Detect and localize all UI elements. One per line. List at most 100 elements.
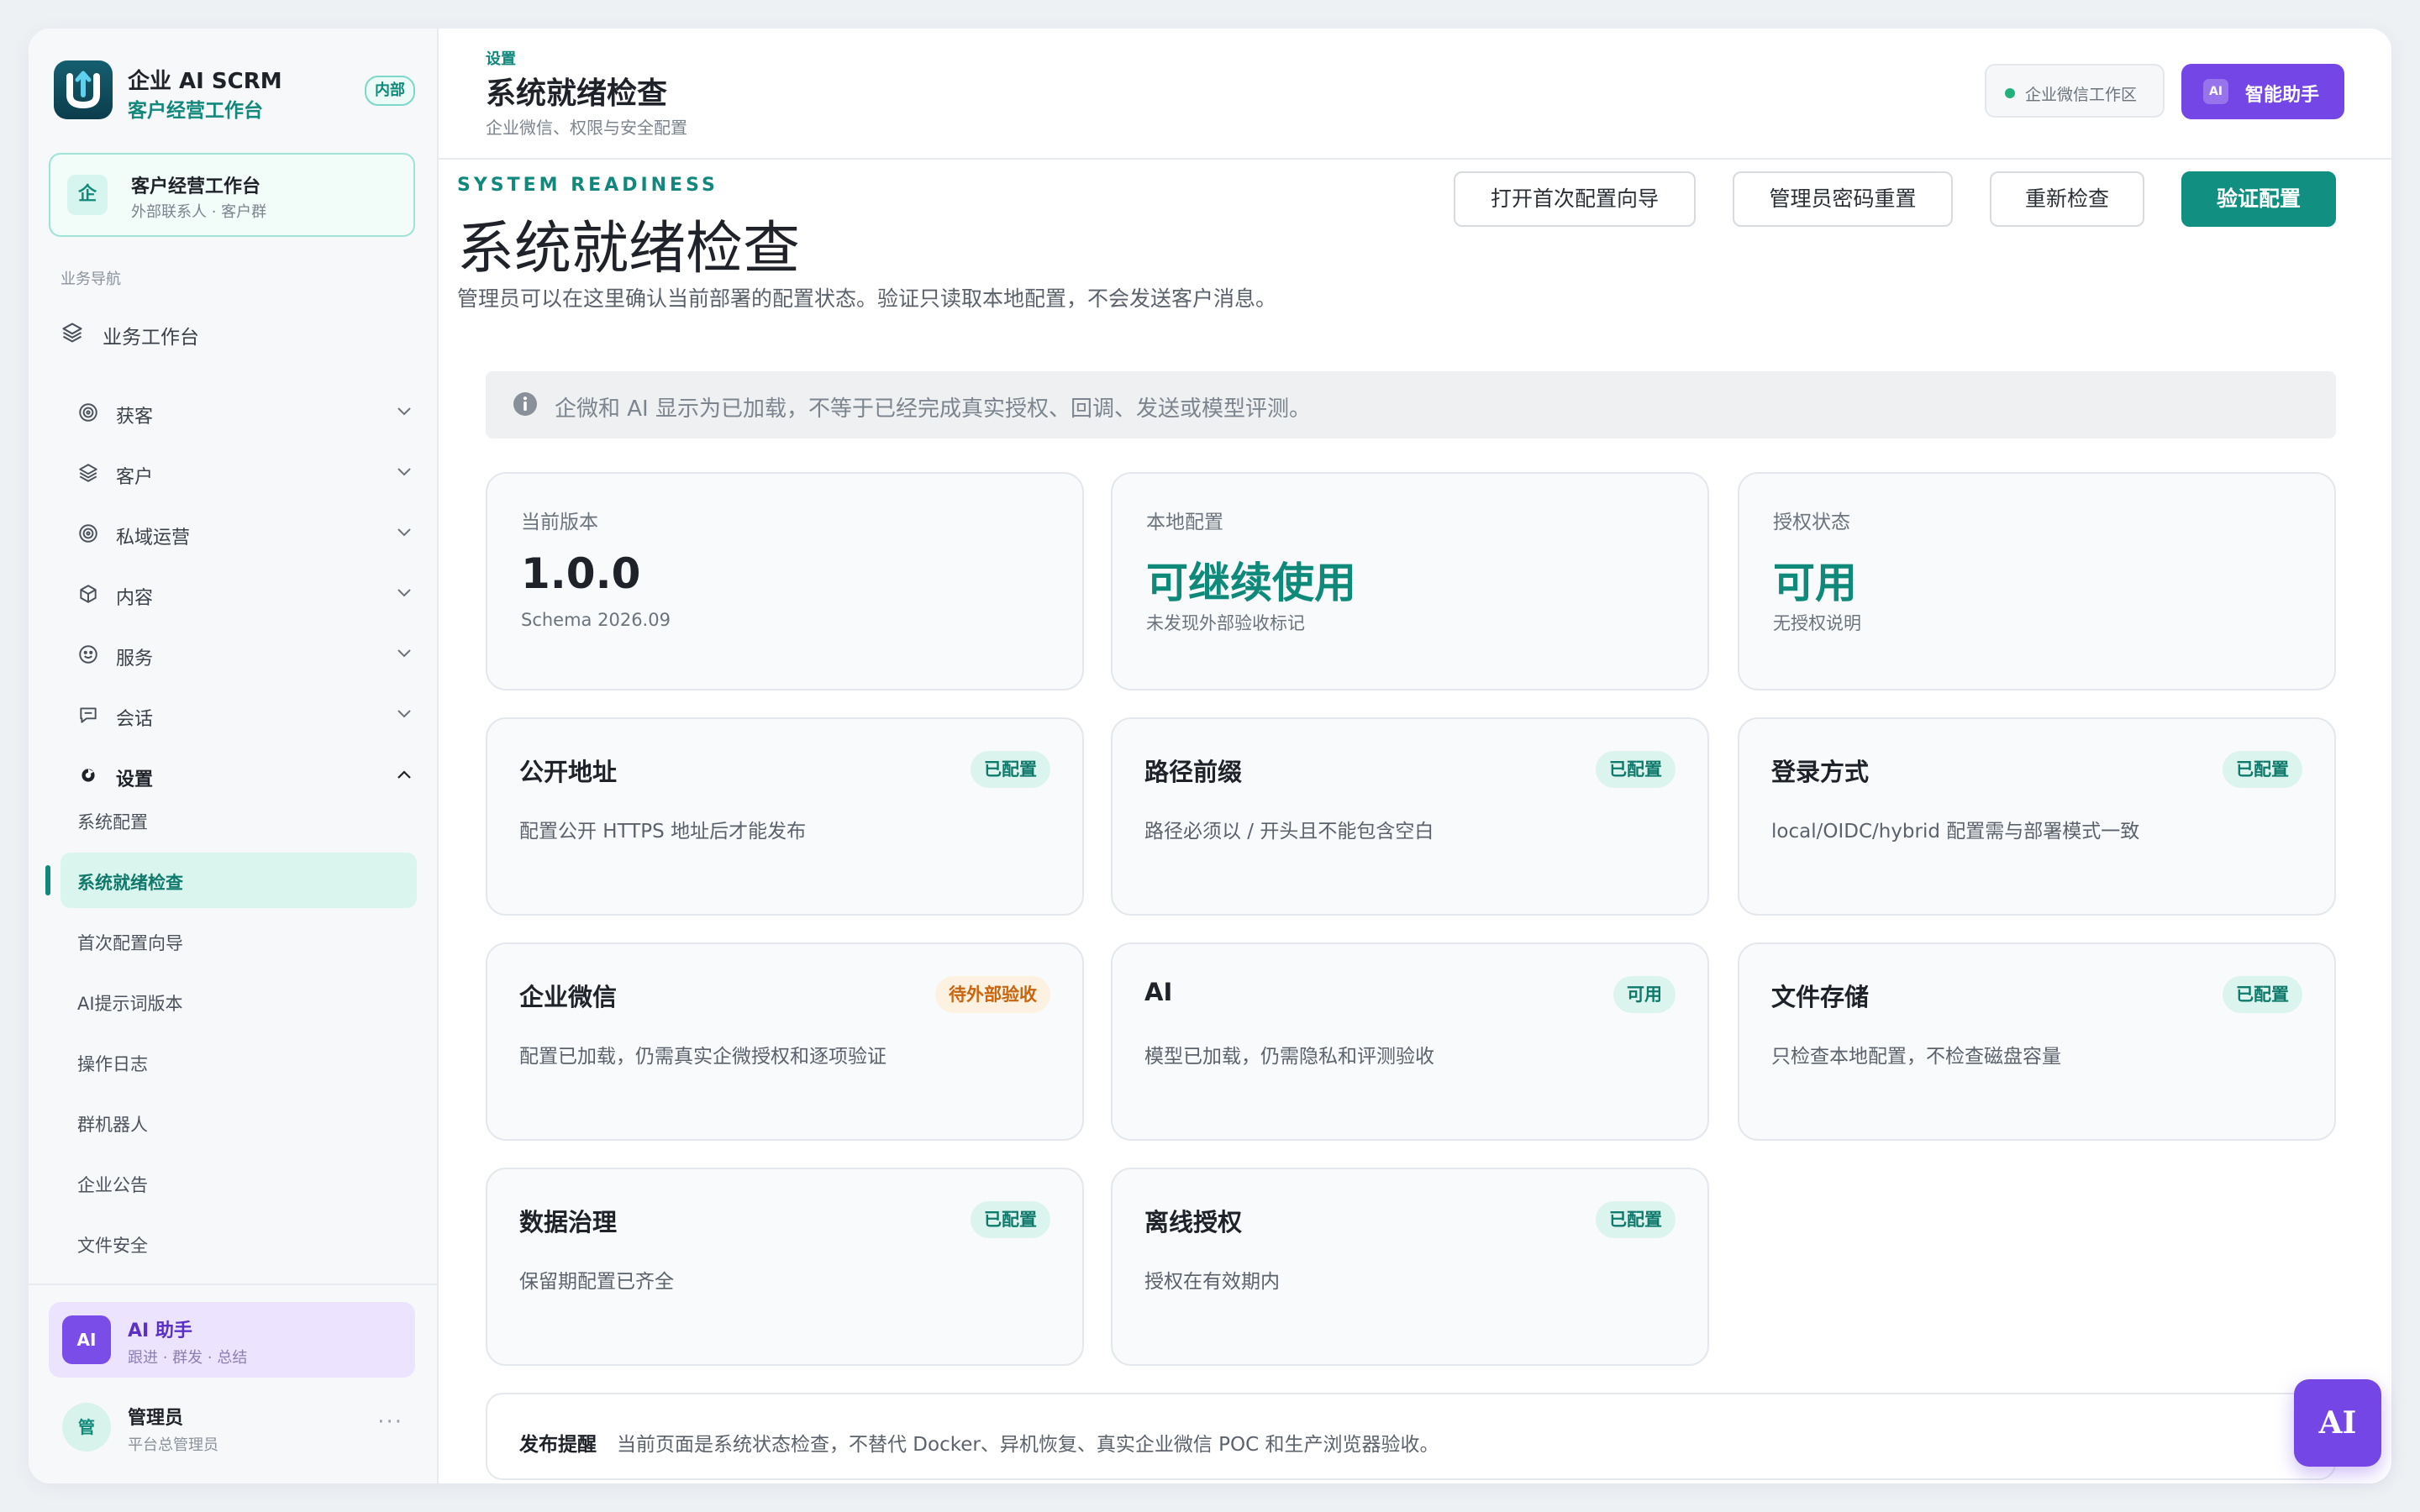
check-description: 模型已加载，仍需隐私和评测验收: [1144, 1046, 1434, 1068]
nav-label: 设置: [116, 769, 154, 790]
nav-item-customers[interactable]: 客户: [77, 455, 413, 489]
status-badge: 已配置: [2223, 976, 2302, 1013]
status-badge: 已配置: [971, 1201, 1050, 1238]
nav-item-content[interactable]: 内容: [77, 576, 413, 610]
user-profile[interactable]: 管 管理员 平台总管理员 ···: [49, 1389, 415, 1465]
sub-item-announcements[interactable]: 企业公告: [60, 1155, 417, 1210]
nav-item-workbench[interactable]: 业务工作台: [60, 316, 413, 349]
check-card-file-storage: 文件存储 已配置 只检查本地配置，不检查磁盘容量: [1738, 942, 2336, 1141]
check-title: 登录方式: [1771, 758, 1870, 786]
chat-icon: [77, 704, 99, 729]
check-title: 文件存储: [1771, 983, 1870, 1011]
eyebrow: SYSTEM READINESS: [457, 175, 718, 196]
nav-label: 内容: [116, 588, 154, 609]
check-card-data-governance: 数据治理 已配置 保留期配置已齐全: [486, 1168, 1084, 1366]
stat-card-local-config: 本地配置 可继续使用 未发现外部验收标记: [1111, 472, 1709, 690]
check-card-offline-license: 离线授权 已配置 授权在有效期内: [1111, 1168, 1709, 1366]
stat-card-version: 当前版本 1.0.0 Schema 2026.09: [486, 472, 1084, 690]
open-setup-wizard-button[interactable]: 打开首次配置向导: [1454, 171, 1696, 227]
verify-config-button[interactable]: 验证配置: [2181, 171, 2336, 227]
release-label: 发布提醒: [519, 1434, 597, 1456]
status-badge: 已配置: [1596, 1201, 1676, 1238]
release-reminder: 发布提醒 当前页面是系统状态检查，不替代 Docker、异机恢复、真实企业微信 …: [486, 1393, 2336, 1480]
workspace-subtitle: 外部联系人 · 客户群: [131, 203, 267, 221]
sub-item-label: AI提示词版本: [77, 994, 183, 1014]
settings-icon: [77, 764, 99, 790]
nav-item-conversations[interactable]: 会话: [77, 697, 413, 731]
smart-assistant-button[interactable]: AI 智能助手: [2181, 64, 2344, 119]
nav-item-service[interactable]: 服务: [77, 637, 413, 670]
check-title: AI: [1144, 978, 1173, 1006]
active-indicator: [45, 865, 50, 895]
nav-item-settings[interactable]: 设置: [77, 758, 413, 791]
brand-subtitle: 客户经营工作台: [128, 100, 263, 122]
info-icon: [513, 391, 538, 420]
chevron-down-icon: [395, 465, 413, 482]
stat-label: 授权状态: [1773, 512, 1850, 533]
stat-sub: 未发现外部验收标记: [1146, 613, 1305, 633]
check-description: 只检查本地配置，不检查磁盘容量: [1771, 1046, 2061, 1068]
nav-label: 会话: [116, 709, 154, 730]
stat-value: 1.0.0: [521, 549, 641, 598]
stat-label: 当前版本: [521, 512, 598, 533]
chevron-down-icon: [395, 586, 413, 603]
workspace-card[interactable]: 企 客户经营工作台 外部联系人 · 客户群: [49, 153, 415, 237]
workspace-chip[interactable]: 企业微信工作区: [1985, 64, 2165, 118]
stat-card-license: 授权状态 可用 无授权说明: [1738, 472, 2336, 690]
sidebar-divider: [29, 1284, 437, 1285]
nav-item-private-ops[interactable]: 私域运营: [77, 516, 413, 549]
sub-item-readiness-check[interactable]: 系统就绪检查: [60, 853, 417, 908]
check-description: 配置已加载，仍需真实企微授权和逐项验证: [519, 1046, 886, 1068]
info-notice: 企微和 AI 显示为已加载，不等于已经完成真实授权、回调、发送或模型评测。: [486, 371, 2336, 438]
status-dot-icon: [2005, 88, 2015, 98]
check-description: local/OIDC/hybrid 配置需与部署模式一致: [1771, 821, 2140, 843]
chevron-down-icon: [395, 526, 413, 543]
cube-icon: [77, 583, 99, 608]
workspace-icon: 企: [67, 175, 108, 215]
nav-label: 获客: [116, 407, 154, 428]
nav-label: 私域运营: [116, 528, 191, 549]
nav-label: 业务工作台: [103, 327, 199, 349]
brand[interactable]: 企业 AI SCRM 客户经营工作台 内部: [54, 60, 415, 122]
ai-icon: AI: [2203, 79, 2228, 104]
check-title: 离线授权: [1144, 1208, 1243, 1236]
chevron-up-icon: [395, 768, 413, 785]
sub-item-prompt-versions[interactable]: AI提示词版本: [60, 974, 417, 1029]
chevron-down-icon: [395, 405, 413, 422]
sub-item-setup-wizard[interactable]: 首次配置向导: [60, 913, 417, 969]
sub-item-operation-log[interactable]: 操作日志: [60, 1034, 417, 1089]
check-description: 授权在有效期内: [1144, 1271, 1280, 1293]
nav-label: 客户: [116, 467, 154, 488]
check-description: 保留期配置已齐全: [519, 1271, 674, 1293]
layers-icon: [60, 321, 84, 348]
status-badge: 待外部验收: [935, 976, 1050, 1013]
top-header: 设置 系统就绪检查 企业微信、权限与安全配置 企业微信工作区 AI 智能助手: [439, 29, 2391, 160]
check-description: 路径必须以 / 开头且不能包含空白: [1144, 821, 1434, 843]
sub-item-label: 企业公告: [77, 1175, 148, 1195]
nav-item-acquisition[interactable]: 获客: [77, 395, 413, 428]
release-text: 当前页面是系统状态检查，不替代 Docker、异机恢复、真实企业微信 POC 和…: [617, 1434, 1439, 1456]
more-icon[interactable]: ···: [377, 1410, 403, 1435]
check-title: 路径前缀: [1144, 758, 1243, 786]
status-badge: 可用: [1613, 976, 1676, 1013]
chevron-down-icon: [395, 647, 413, 664]
ai-card-subtitle: 跟进 · 群发 · 总结: [128, 1349, 248, 1367]
layers-icon: [77, 462, 99, 487]
sub-item-group-bot[interactable]: 群机器人: [60, 1095, 417, 1150]
target-icon: [77, 522, 99, 548]
sub-item-label: 文件安全: [77, 1236, 148, 1256]
recheck-button[interactable]: 重新检查: [1990, 171, 2144, 227]
chevron-down-icon: [395, 707, 413, 724]
status-badge: 已配置: [1596, 751, 1676, 788]
stat-sub: 无授权说明: [1773, 613, 1861, 633]
sub-item-system-config[interactable]: 系统配置: [60, 792, 417, 848]
ai-assistant-card[interactable]: AI AI 助手 跟进 · 群发 · 总结: [49, 1302, 415, 1378]
ai-floating-button[interactable]: AI: [2294, 1379, 2381, 1467]
reset-admin-password-button[interactable]: 管理员密码重置: [1733, 171, 1953, 227]
breadcrumb[interactable]: 设置: [486, 47, 516, 69]
sub-item-file-security[interactable]: 文件安全: [60, 1215, 417, 1271]
page-description: 管理员可以在这里确认当前部署的配置状态。验证只读取本地配置，不会发送客户消息。: [457, 286, 1277, 311]
status-badge: 已配置: [2223, 751, 2302, 788]
brand-name: 企业 AI SCRM: [128, 69, 282, 94]
check-card-wecom: 企业微信 待外部验收 配置已加载，仍需真实企微授权和逐项验证: [486, 942, 1084, 1141]
